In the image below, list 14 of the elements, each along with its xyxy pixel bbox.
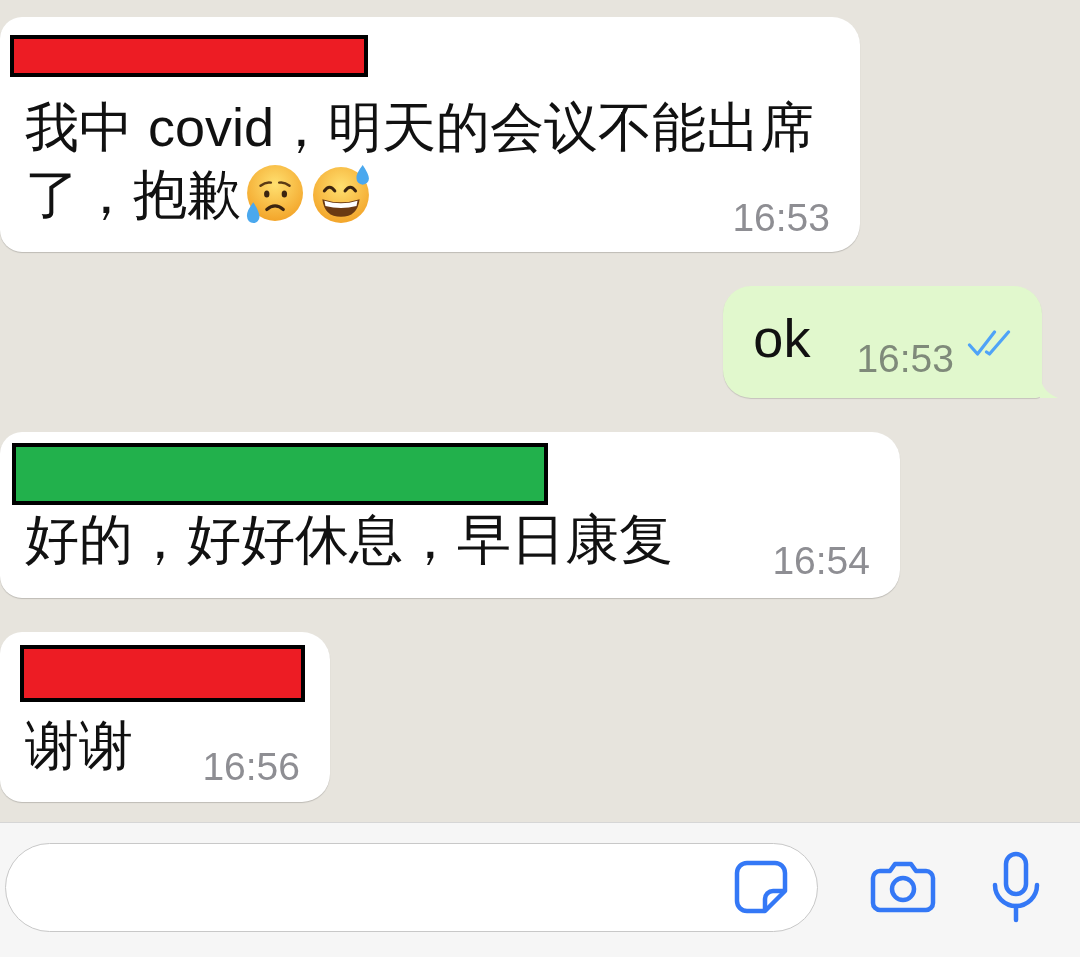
message-time: 16:53 xyxy=(856,340,954,378)
grinning-face-sweat-drop-icon xyxy=(313,165,371,223)
sticker-icon[interactable] xyxy=(733,859,789,915)
camera-icon[interactable] xyxy=(870,861,936,913)
microphone-icon[interactable] xyxy=(990,851,1042,923)
message-time: 16:54 xyxy=(771,542,870,580)
message-text: 了，抱歉 xyxy=(25,163,241,226)
sad-face-sweat-drop-icon xyxy=(245,165,303,223)
message-text: ok xyxy=(753,308,811,368)
message-time: 16:56 xyxy=(201,748,300,786)
message-text: 谢谢 xyxy=(25,715,133,775)
message-time: 16:53 xyxy=(731,199,830,237)
message-text: 我中 covid，明天的会议不能出席 xyxy=(25,96,815,159)
message-text: 好的，好好休息，早日康复 xyxy=(25,509,673,569)
